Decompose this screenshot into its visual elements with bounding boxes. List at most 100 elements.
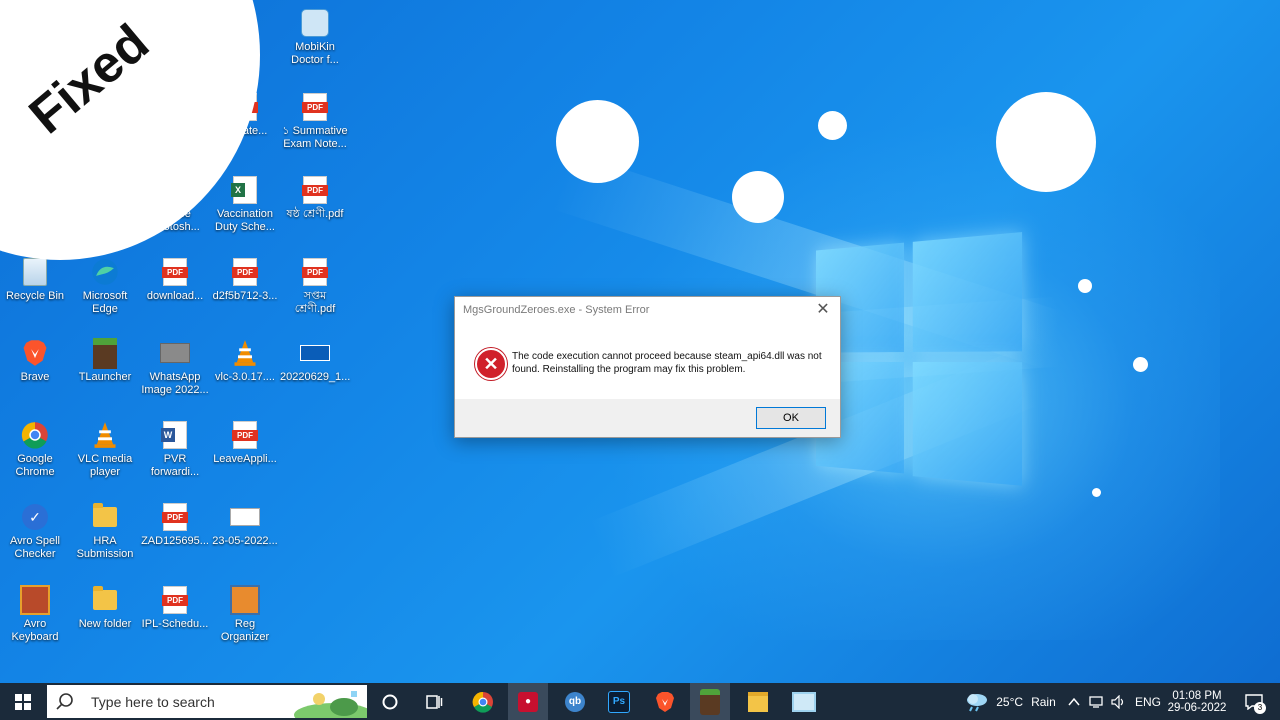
network-button[interactable] [1086,683,1108,720]
close-icon[interactable]: ✕ [812,299,834,321]
desktop-icon[interactable]: Avro Keyboard [0,585,70,644]
taskbar-file-explorer[interactable] [738,683,778,720]
taskbar-photoshop[interactable]: Ps [600,683,638,720]
desktop-icon[interactable]: সপ্তম শ্রেণী.pdf [280,257,350,316]
reg-icon [230,585,260,615]
weather-widget[interactable]: 25°C Rain [960,683,1060,720]
desktop-icon-label: Avro Keyboard [11,618,59,643]
speaker-icon [1111,694,1124,709]
desktop-icon-label: 23-05-2022... [212,535,278,547]
chrome-icon [472,691,493,713]
desktop-icon[interactable]: ✓ Avro Spell Checker [0,502,70,561]
desktop-icon[interactable]: WhatsApp Image 2022... [140,338,210,397]
desktop-icon[interactable]: ZAD125695... [140,502,210,548]
clock[interactable]: 01:08 PM 29-06-2022 [1166,683,1228,720]
dialog-title: MgsGroundZeroes.exe - System Error [463,304,650,316]
mobikin-icon [300,8,330,38]
ok-button[interactable]: OK [756,407,826,429]
desktop-icon-label: d2f5b712-3... [212,290,278,302]
excel-icon: X [230,175,260,205]
folder-icon [90,502,120,532]
notepad-icon [792,691,816,712]
desktop-icon[interactable]: MobiKin Doctor f... [280,8,350,67]
pdf-icon [300,92,330,122]
desktop-icon-label: Vaccination Duty Sche... [215,208,275,233]
edge-icon [90,257,120,287]
brave-icon [20,338,50,368]
desktop-icon[interactable]: Microsoft Edge [70,257,140,316]
taskbar-chrome[interactable] [464,683,502,720]
photoshop-icon: Ps [608,690,630,713]
desktop-icon-label: সপ্তম শ্রেণী.pdf [294,290,336,315]
windows-logo [815,232,1023,488]
taskbar-qbittorrent[interactable]: qb [556,683,594,720]
desktop-icon[interactable]: Reg Organizer [210,585,280,644]
taskbar-screen-recorder[interactable]: ● [508,683,548,720]
taskbar-notepad[interactable] [784,683,824,720]
qbittorrent-icon: qb [565,691,585,712]
volume-button[interactable] [1108,683,1130,720]
decor-circle [1092,488,1101,497]
start-button[interactable] [0,683,45,720]
desktop-icon[interactable]: vlc-3.0.17.... [210,338,280,384]
taskbar-search[interactable]: Type here to search [47,685,367,718]
desktop-icon[interactable]: TLauncher [70,337,140,384]
desktop-icon-label: HRA Submission [76,535,134,560]
search-placeholder: Type here to search [91,693,215,710]
notification-center-button[interactable]: 3 [1234,683,1274,720]
desktop-icon-label: Avro Spell Checker [10,535,60,560]
pdf-icon [230,420,260,450]
windows-start-icon [14,693,31,710]
desktop-icon-label: vlc-3.0.17.... [215,371,275,383]
taskbar-tlauncher[interactable] [690,683,730,720]
pdf-icon [160,257,190,287]
desktop-icon[interactable]: Brave [0,338,70,384]
desktop-icon-label: MobiKin Doctor f... [291,41,339,66]
system-error-dialog: MgsGroundZeroes.exe - System Error ✕ ✕ T… [454,296,841,438]
folder-icon [90,585,120,615]
vlc-icon [230,338,260,368]
language-label: ENG [1134,694,1161,709]
notification-count-badge: 3 [1254,702,1266,714]
taskbar-brave[interactable] [646,683,684,720]
desktop-icon[interactable]: VLC media player [70,420,140,479]
desktop-icon[interactable]: LeaveAppli... [210,420,280,466]
desktop-icon[interactable]: Google Chrome [0,420,70,479]
cortana-button[interactable] [372,683,408,720]
decor-circle [1078,279,1092,293]
desktop-icon-label: ১ Summative Exam Note... [282,125,348,150]
decor-circle [818,111,847,140]
desktop-icon-label: PVR forwardi... [150,453,200,478]
video-icon [300,338,330,368]
taskbar: Type here to search ● qb Ps 25°C Rain EN… [0,683,1280,720]
task-view-button[interactable] [416,683,452,720]
search-icon [56,692,73,710]
pdf-icon [160,585,190,615]
desktop-icon[interactable]: 20220629_1... [280,338,350,384]
desktop-icon[interactable]: ষষ্ঠ শ্রেণী.pdf [280,175,350,221]
desktop-icon[interactable]: HRA Submission [70,502,140,561]
desktop-icon-label: IPL-Schedu... [141,618,209,630]
decor-circle [732,171,784,223]
desktop-icon[interactable]: d2f5b712-3... [210,257,280,303]
tlauncher-icon [90,337,120,369]
desktop-icon[interactable]: W PVR forwardi... [140,420,210,479]
desktop-icon[interactable]: ১ Summative Exam Note... [280,92,350,151]
network-icon [1089,695,1103,708]
desktop-icon-label: download... [146,290,204,302]
folder-icon [748,691,768,712]
search-highlight-icon [294,691,367,718]
desktop-icon[interactable]: IPL-Schedu... [140,585,210,631]
language-indicator[interactable]: ENG [1132,683,1164,720]
dialog-footer: OK [455,399,840,437]
desktop-icon[interactable]: New folder [70,585,140,631]
vlc-icon [90,420,120,450]
desktop-icon[interactable]: download... [140,257,210,303]
tray-overflow-button[interactable] [1064,683,1084,720]
dialog-message: The code execution cannot proceed becaus… [512,351,822,375]
desktop-icon[interactable]: Recycle Bin [0,257,70,303]
desktop-icon-label: WhatsApp Image 2022... [141,371,209,396]
desktop-icon[interactable]: X Vaccination Duty Sche... [210,175,280,234]
desktop-icon[interactable]: 23-05-2022... [210,502,280,548]
clock-date: 29-06-2022 [1167,701,1227,714]
